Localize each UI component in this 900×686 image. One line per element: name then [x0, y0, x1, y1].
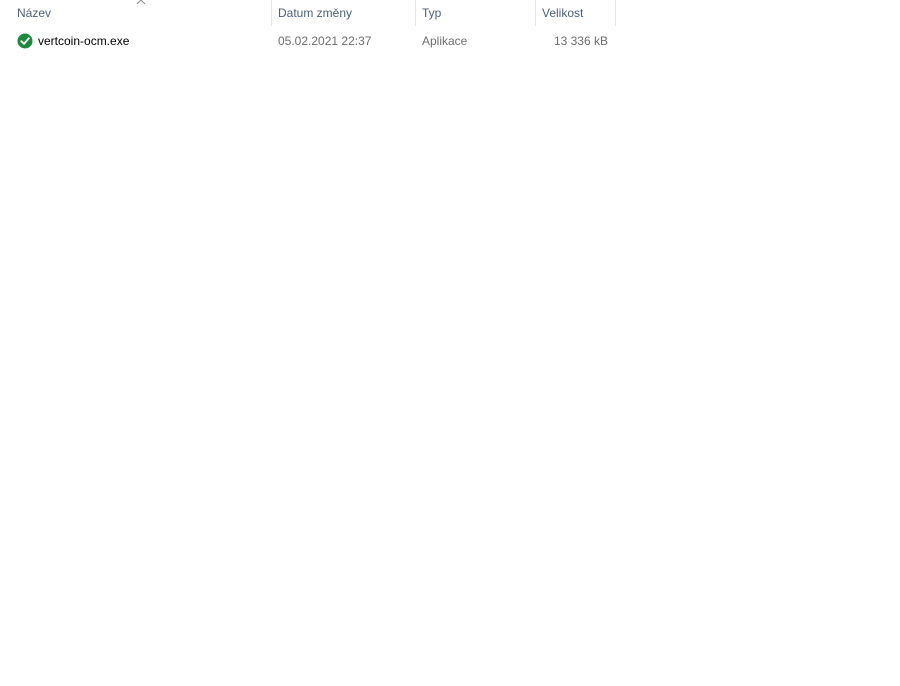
- file-name-cell[interactable]: vertcoin-ocm.exe: [17, 30, 267, 52]
- column-header-bar: Název Datum změny Typ Velikost: [0, 0, 900, 26]
- column-header-date-label: Datum změny: [278, 6, 353, 20]
- column-header-size[interactable]: Velikost: [536, 0, 615, 26]
- column-header-size-label: Velikost: [542, 6, 584, 20]
- column-header-name-label: Název: [17, 6, 52, 20]
- column-header-date[interactable]: Datum změny: [272, 0, 415, 26]
- chevron-up-icon: [136, 0, 146, 5]
- file-date: 05.02.2021 22:37: [278, 34, 372, 48]
- file-row[interactable]: vertcoin-ocm.exe 05.02.2021 22:37 Aplika…: [12, 30, 615, 52]
- column-header-type[interactable]: Typ: [416, 0, 535, 26]
- column-header-type-label: Typ: [422, 6, 442, 20]
- file-type: Aplikace: [422, 34, 468, 48]
- file-size: 13 336 kB: [553, 34, 608, 48]
- file-name: vertcoin-ocm.exe: [38, 34, 130, 48]
- file-list-view: Název Datum změny Typ Velikost vertcoin-…: [0, 0, 900, 686]
- synced-check-icon: [17, 33, 33, 49]
- column-divider[interactable]: [615, 0, 616, 26]
